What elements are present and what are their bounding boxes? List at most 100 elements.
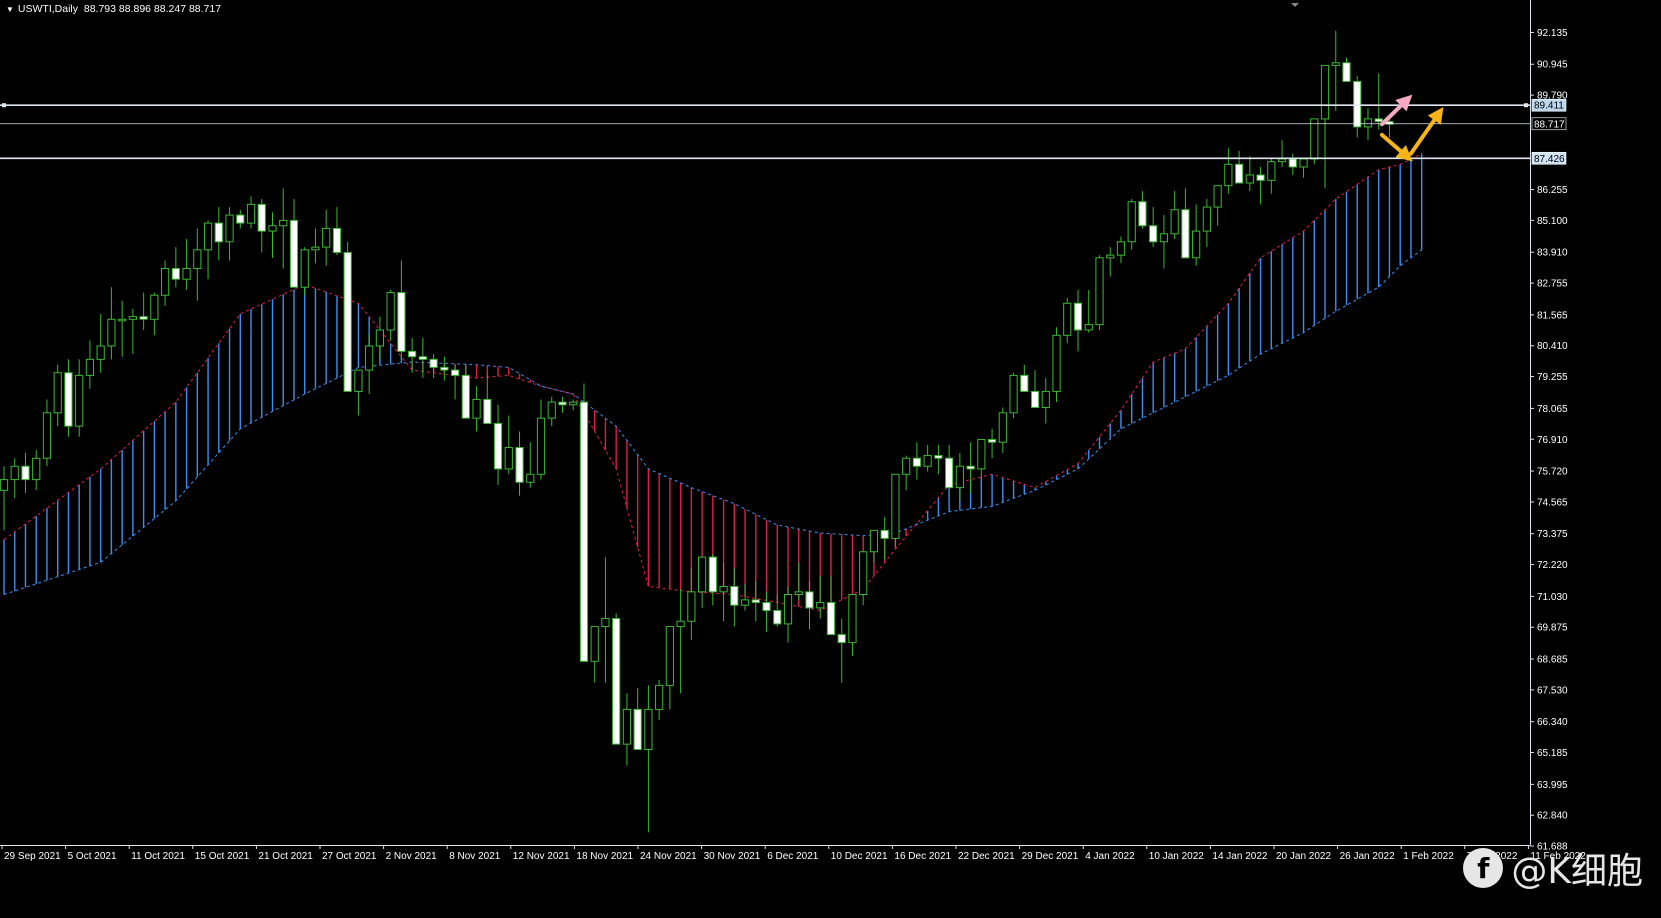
candle[interactable]: [1213, 185, 1222, 226]
candle[interactable]: [1374, 73, 1383, 130]
candle[interactable]: [891, 473, 900, 547]
candle[interactable]: [998, 407, 1007, 453]
candle[interactable]: [75, 359, 84, 437]
candle[interactable]: [1159, 215, 1169, 269]
candle[interactable]: [246, 196, 256, 229]
candle[interactable]: [1320, 64, 1330, 189]
candle[interactable]: [698, 556, 707, 608]
candle[interactable]: [1052, 327, 1061, 403]
candle[interactable]: [1127, 199, 1136, 250]
candle[interactable]: [665, 626, 674, 710]
candle[interactable]: [375, 316, 384, 360]
candle[interactable]: [794, 562, 803, 600]
plot-area[interactable]: [0, 3, 1530, 833]
candle[interactable]: [343, 241, 352, 392]
candle[interactable]: [977, 439, 986, 477]
candle[interactable]: [483, 375, 492, 424]
candle[interactable]: [1095, 255, 1104, 330]
candle[interactable]: [10, 458, 19, 499]
scroll-marker-icon[interactable]: [1291, 3, 1299, 7]
candle[interactable]: [1224, 148, 1233, 194]
candle[interactable]: [332, 207, 342, 256]
candle[interactable]: [64, 359, 73, 437]
candle[interactable]: [1267, 158, 1276, 194]
candle[interactable]: [1277, 140, 1287, 167]
candle[interactable]: [182, 239, 191, 290]
candle[interactable]: [945, 444, 954, 489]
candle[interactable]: [214, 207, 223, 261]
annotation-arrow[interactable]: [1408, 106, 1444, 156]
candle[interactable]: [719, 562, 728, 622]
annotation-arrow[interactable]: [1379, 94, 1413, 127]
candle[interactable]: [225, 207, 234, 261]
candle[interactable]: [53, 364, 62, 427]
candle[interactable]: [1106, 247, 1115, 277]
candle[interactable]: [32, 450, 41, 491]
candle[interactable]: [547, 396, 556, 427]
candle[interactable]: [300, 247, 309, 296]
candle[interactable]: [21, 452, 30, 493]
candle[interactable]: [461, 364, 470, 419]
candle[interactable]: [805, 581, 814, 630]
candle[interactable]: [1041, 378, 1050, 424]
price-chart[interactable]: 89.411 88.717 87.426 92.135 90.945 89.790 86.2…: [0, 0, 1661, 918]
candle[interactable]: [987, 428, 997, 459]
candle[interactable]: [934, 444, 943, 475]
candle[interactable]: [955, 452, 964, 501]
symbol-header[interactable]: ▼ USWTI,Daily 88.793 88.896 88.247 88.717: [6, 3, 221, 15]
candle[interactable]: [96, 313, 105, 373]
candle[interactable]: [762, 591, 771, 632]
candle[interactable]: [687, 567, 696, 640]
candle[interactable]: [139, 292, 148, 330]
candle[interactable]: [1084, 289, 1093, 333]
candle[interactable]: [1116, 236, 1126, 264]
candle[interactable]: [1342, 57, 1351, 82]
candle[interactable]: [418, 337, 427, 379]
candle[interactable]: [397, 260, 406, 360]
candle[interactable]: [1353, 76, 1362, 138]
candle[interactable]: [902, 455, 911, 491]
candle[interactable]: [268, 212, 277, 258]
candle[interactable]: [536, 399, 546, 480]
candle[interactable]: [923, 444, 932, 472]
candle[interactable]: [1149, 207, 1158, 248]
candle[interactable]: [171, 247, 180, 288]
candle[interactable]: [193, 228, 202, 301]
candle[interactable]: [569, 399, 578, 411]
candle[interactable]: [1030, 370, 1040, 408]
line-handle-right[interactable]: [1524, 103, 1528, 108]
candle[interactable]: [558, 396, 567, 413]
candle[interactable]: [85, 340, 95, 389]
candle[interactable]: [408, 337, 417, 373]
candle[interactable]: [1192, 204, 1201, 266]
candle[interactable]: [590, 626, 599, 683]
candle[interactable]: [472, 386, 481, 432]
candle[interactable]: [655, 680, 664, 721]
candle[interactable]: [708, 554, 717, 606]
candle[interactable]: [601, 557, 610, 683]
candle[interactable]: [386, 289, 395, 341]
candle[interactable]: [912, 442, 921, 480]
candle[interactable]: [322, 209, 331, 266]
candle[interactable]: [1331, 30, 1340, 111]
candle[interactable]: [450, 364, 460, 400]
dropdown-triangle-icon[interactable]: ▼: [6, 5, 14, 14]
horizontal-line[interactable]: [0, 103, 1530, 108]
candle[interactable]: [1170, 191, 1179, 240]
candle[interactable]: [848, 594, 857, 656]
candle[interactable]: [1181, 188, 1190, 259]
candle[interactable]: [365, 335, 374, 395]
candle[interactable]: [644, 685, 653, 833]
candle[interactable]: [1020, 364, 1029, 392]
candle[interactable]: [633, 688, 642, 750]
candle[interactable]: [0, 466, 9, 531]
candle[interactable]: [107, 287, 116, 360]
line-handle-left[interactable]: [2, 103, 6, 108]
candle[interactable]: [1138, 191, 1147, 229]
candle[interactable]: [783, 586, 793, 643]
candle[interactable]: [515, 431, 524, 496]
candle[interactable]: [859, 551, 868, 606]
candle[interactable]: [440, 356, 449, 381]
candle[interactable]: [429, 354, 438, 379]
candle[interactable]: [1235, 150, 1244, 184]
